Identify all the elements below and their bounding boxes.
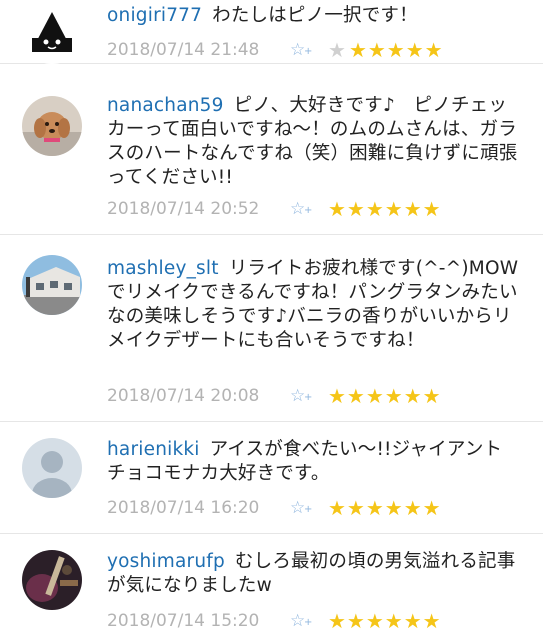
add-star-icon[interactable]: ☆ + [290, 386, 328, 406]
comment-item: harienikki アイスが食べたい〜!!ジャイアントチョコモナカ大好きです。 … [0, 422, 543, 534]
avatar[interactable] [22, 438, 82, 498]
star-rating: ★★★★★★ [328, 197, 442, 221]
avatar[interactable] [22, 550, 82, 610]
star-rating: ★★★★★★ [328, 384, 442, 408]
comment-text-block: mashley_slt リライトお疲れ様です(^-^)MOWでリメイクできるんです… [107, 257, 519, 353]
username-link[interactable]: harienikki [107, 439, 200, 460]
add-star-icon[interactable]: ☆ + [290, 498, 328, 518]
avatar[interactable] [22, 255, 82, 315]
username-link[interactable]: nanachan59 [107, 95, 224, 116]
username-link[interactable]: yoshimarufp [107, 551, 225, 572]
comment-body: わたしはピノ一択です！ [212, 5, 418, 26]
star-rating: ★★★★★★ [328, 496, 442, 520]
comment-timestamp: 2018/07/14 15:20 [107, 611, 260, 631]
comment-timestamp: 2018/07/14 16:20 [107, 498, 260, 518]
add-star-icon[interactable]: ☆ + [290, 199, 328, 219]
avatar[interactable] [22, 96, 82, 156]
comment-text-block: yoshimarufp むしろ最初の頃の男気溢れる記事が気になりましたw [107, 550, 519, 598]
comment-meta: 2018/07/14 20:08 ☆ + ★★★★★★ [107, 384, 442, 408]
comment-meta: 2018/07/14 15:20 ☆ + ★★★★★★ [107, 609, 442, 633]
comment-item: onigiri777 わたしはピノ一択です！ 2018/07/14 21:48 ☆… [0, 0, 543, 64]
username-link[interactable]: onigiri777 [107, 5, 202, 26]
comment-timestamp: 2018/07/14 20:08 [107, 386, 260, 406]
grey-star-icon: ★ [328, 38, 347, 62]
comment-item: yoshimarufp むしろ最初の頃の男気溢れる記事が気になりましたw 2018… [0, 534, 543, 640]
comment-item: nanachan59 ピノ、大好きです♪ ピノチェッカーって面白いですね〜！のムの… [0, 84, 543, 234]
comment-text-block: nanachan59 ピノ、大好きです♪ ピノチェッカーって面白いですね〜！のムの… [107, 94, 519, 190]
add-star-icon[interactable]: ☆ + [290, 611, 328, 631]
comment-timestamp: 2018/07/14 21:48 [107, 40, 260, 60]
star-rating: ★★★★★★ [328, 609, 442, 633]
comment-timestamp: 2018/07/14 20:52 [107, 199, 260, 219]
comment-text-block: onigiri777 わたしはピノ一択です！ [107, 4, 519, 28]
comment-meta: 2018/07/14 21:48 ☆ + ★ ★★★★★ [107, 38, 444, 62]
username-link[interactable]: mashley_slt [107, 258, 219, 279]
add-star-icon[interactable]: ☆ + [290, 40, 328, 60]
star-rating: ★★★★★ [348, 38, 444, 62]
comment-item: mashley_slt リライトお疲れ様です(^-^)MOWでリメイクできるんです… [0, 234, 543, 422]
avatar[interactable] [22, 4, 82, 64]
comment-meta: 2018/07/14 16:20 ☆ + ★★★★★★ [107, 496, 442, 520]
comment-meta: 2018/07/14 20:52 ☆ + ★★★★★★ [107, 197, 442, 221]
comment-text-block: harienikki アイスが食べたい〜!!ジャイアントチョコモナカ大好きです。 [107, 438, 519, 486]
